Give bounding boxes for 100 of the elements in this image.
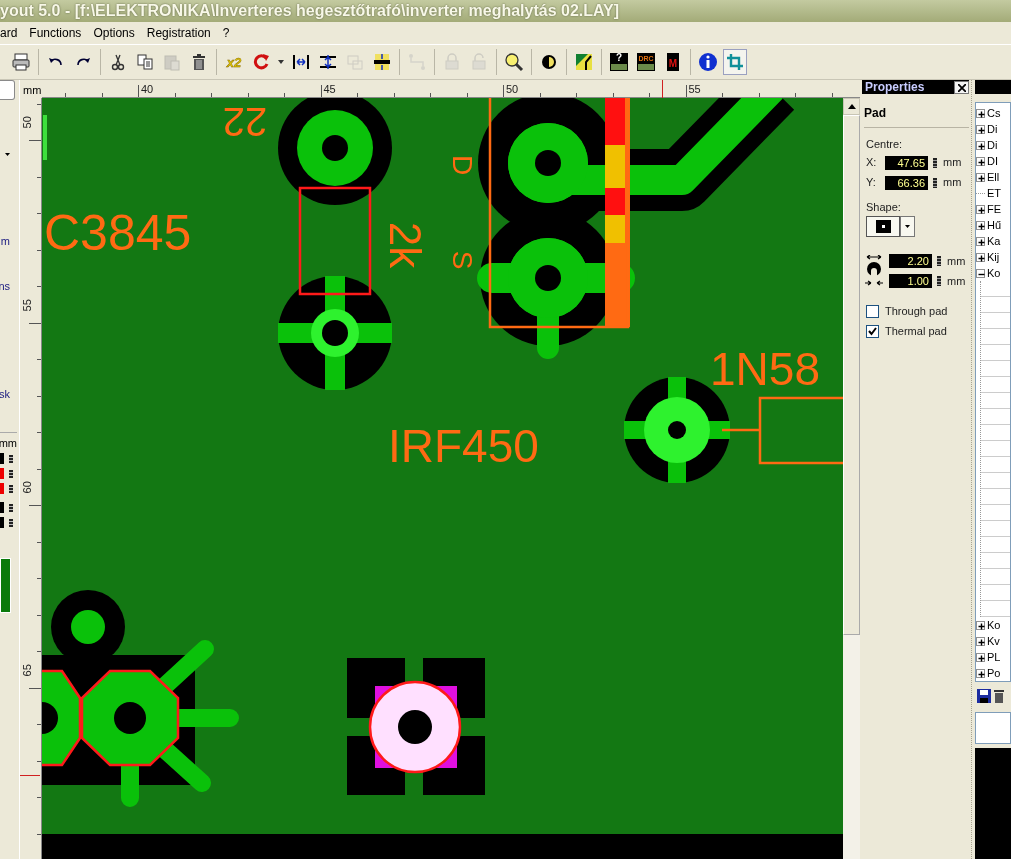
panel-option[interactable]: sk (0, 388, 10, 400)
ruler-label: 40 (141, 82, 154, 97)
tree-item[interactable]: Po (987, 664, 1001, 681)
field-label: Y: (866, 175, 877, 191)
copy-icon (135, 52, 155, 72)
tree-item[interactable]: ET (987, 184, 1002, 202)
expand-icon[interactable] (976, 668, 985, 678)
close-button[interactable] (954, 80, 969, 94)
panel-option[interactable]: m (0, 235, 10, 247)
menu-item[interactable]: Options (93, 24, 141, 42)
color-swatch[interactable] (0, 468, 4, 479)
dropdown-button[interactable] (900, 216, 915, 237)
color-swatch[interactable] (0, 453, 4, 464)
preview-field (975, 712, 1011, 744)
unit-label: mm (947, 273, 966, 289)
tree-item[interactable]: Kij (987, 248, 1000, 266)
component-label: IRF450 (388, 420, 539, 472)
expand-icon[interactable] (976, 252, 985, 262)
expand-icon[interactable] (976, 236, 985, 246)
layer-color-panel[interactable] (0, 558, 11, 613)
contrast-icon (539, 52, 559, 72)
tree-item[interactable]: Hű (987, 216, 1002, 234)
crop-icon (725, 52, 745, 72)
value-field[interactable]: 1.00 (889, 274, 932, 288)
tree-item[interactable]: Di (987, 120, 998, 138)
expand-icon[interactable] (976, 652, 985, 662)
value-field[interactable]: 47.65 (885, 155, 928, 170)
color-swatch[interactable] (0, 502, 4, 513)
checkbox[interactable] (866, 304, 879, 318)
expand-icon[interactable] (976, 124, 985, 134)
menu-item[interactable]: ard (0, 24, 24, 42)
unit-label: mm (943, 155, 962, 171)
tree-item[interactable]: Cs (987, 104, 1001, 122)
info-icon (698, 52, 718, 72)
panel-title: Properties (865, 80, 925, 94)
unit-label: mm (947, 253, 966, 269)
pin-label: D (446, 154, 478, 176)
ruler-label: 50 (506, 82, 519, 97)
spin-icon[interactable] (933, 177, 937, 188)
component-label: C3845 (44, 205, 192, 261)
ruler-label: 55 (19, 297, 34, 313)
trash-icon[interactable] (994, 689, 1004, 703)
autoroute-icon (574, 52, 594, 72)
color-swatch[interactable] (0, 483, 4, 494)
ruler-label: 65 (19, 662, 34, 678)
expand-icon[interactable] (976, 108, 985, 118)
tree-item[interactable]: Ko (987, 264, 1001, 282)
ruler-label: 50 (19, 115, 34, 131)
ruler-label: 45 (323, 82, 336, 97)
expand-icon[interactable] (976, 636, 985, 646)
caret-icon (905, 225, 910, 228)
expand-icon[interactable] (976, 220, 985, 230)
rotate-arrow-icon (251, 52, 271, 72)
dropdown-arrow-icon (5, 153, 10, 156)
expand-icon[interactable] (976, 204, 985, 214)
checkbox[interactable] (866, 324, 879, 338)
mirror-icon (291, 52, 311, 72)
menu-item[interactable]: Functions (29, 24, 88, 42)
tree-item[interactable]: Ka (987, 232, 1001, 250)
pad-size-icon (865, 255, 883, 287)
clipboard-icon (162, 52, 182, 72)
component-label: 2k (380, 221, 430, 269)
lock-icon (442, 52, 462, 72)
value-field[interactable]: 2.20 (889, 254, 932, 268)
cursor-marker (662, 80, 663, 98)
panel-header (975, 80, 1011, 94)
menu-item[interactable]: ? (222, 24, 236, 42)
checkbox-label: Thermal pad (885, 323, 947, 339)
expand-icon[interactable] (976, 140, 985, 150)
tree-item[interactable]: Di (987, 136, 998, 154)
tree-item[interactable]: Ell (987, 168, 1000, 186)
component-label: 1N58 (710, 343, 820, 395)
tree-item[interactable]: Kv (987, 632, 1000, 650)
window-title: yout 5.0 - [f:\ELEKTRONIKA\Inverteres hegesztőtrafó\inverter meghalytás 02.LAY] (0, 0, 1011, 22)
expand-icon[interactable] (976, 156, 985, 166)
scroll-up-button[interactable] (843, 98, 860, 115)
shape-button[interactable] (866, 216, 900, 237)
value-field[interactable]: 66.36 (885, 175, 928, 190)
component-label: 22 (222, 100, 268, 144)
panel-field[interactable] (0, 80, 15, 100)
checkbox-label: Through pad (885, 303, 948, 319)
fit-icon (372, 52, 392, 72)
expand-icon[interactable] (976, 172, 985, 182)
unlock-icon (469, 52, 489, 72)
ruler-unit: mm (22, 83, 42, 98)
spin-icon[interactable] (933, 157, 937, 168)
field-label: Shape: (866, 199, 902, 215)
tree-item[interactable]: Ko (987, 616, 1001, 634)
collapse-icon[interactable] (976, 268, 985, 278)
color-swatch[interactable] (0, 517, 4, 528)
save-icon[interactable] (977, 689, 991, 703)
menu-item[interactable]: Registration (146, 24, 217, 42)
tree-item[interactable]: PL (987, 648, 1001, 666)
ruler-label: 60 (19, 480, 34, 496)
scroll-thumb[interactable] (843, 115, 860, 635)
square-pad-icon (875, 220, 891, 233)
expand-icon[interactable] (976, 620, 985, 630)
tree-item[interactable]: FE (987, 200, 1002, 218)
tree-item[interactable]: DI (987, 152, 998, 170)
pin-label: S (446, 250, 478, 270)
